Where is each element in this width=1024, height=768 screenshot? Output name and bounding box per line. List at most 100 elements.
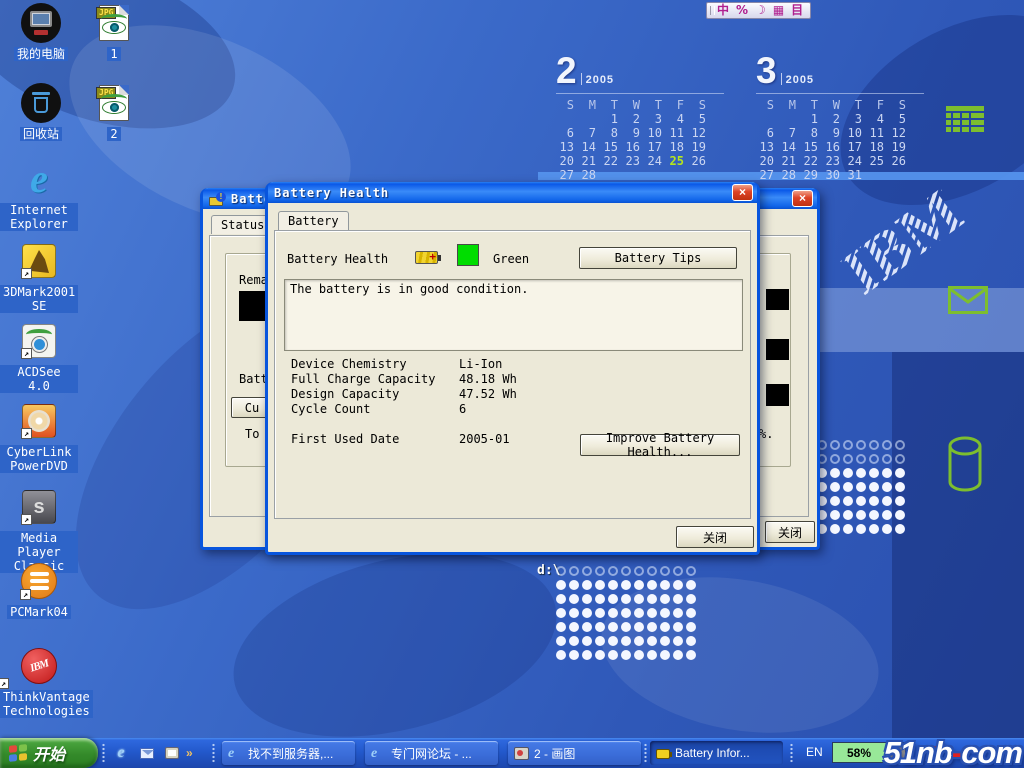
wallpaper-dot [608, 594, 618, 604]
media-player-classic-icon: s [22, 490, 56, 524]
detail-value: 2005-01 [459, 432, 510, 447]
calendar-day [622, 168, 644, 181]
calendar-day-header: T [600, 98, 622, 111]
wallpaper-dot [582, 566, 592, 576]
wallpaper-dot [556, 636, 566, 646]
close-icon[interactable] [792, 190, 813, 207]
wallpaper-dot [608, 608, 618, 618]
desktop-icon-jpg-1[interactable]: JPG1 [84, 2, 144, 63]
battery-tips-button[interactable]: Battery Tips [579, 247, 737, 269]
detail-label: Cycle Count [291, 402, 459, 417]
detail-label: First Used Date [291, 432, 459, 447]
desktop-icon-jpg-2[interactable]: JPG 2 [84, 82, 144, 143]
close-icon[interactable] [732, 184, 753, 201]
quick-launch-overflow-chevron[interactable]: » [186, 744, 193, 762]
taskbar-task-2[interactable]: e专门网论坛 - ... [365, 741, 498, 765]
desktop-icon-pcmark04[interactable]: PCMark04 [0, 560, 78, 621]
close-button[interactable]: 关闭 [765, 521, 815, 543]
wallpaper-dot [830, 482, 840, 492]
width-toggle-icon[interactable]: % [736, 3, 748, 18]
calendar-day-highlighted: 25 [666, 154, 688, 167]
desktop-icon-powerdvd[interactable]: CyberLink PowerDVD [0, 400, 78, 475]
wallpaper-dot [647, 622, 657, 632]
calendar-day [688, 168, 710, 181]
calendar-day: 6 [556, 126, 578, 139]
calendar-day: 4 [666, 112, 688, 125]
soft-keyboard-icon[interactable]: ▦ [773, 3, 784, 18]
wallpaper-dot [569, 622, 579, 632]
calendar-day: 19 [688, 140, 710, 153]
wallpaper-dot [882, 510, 892, 520]
desktop-icon-thinkvantage[interactable]: IBMThinkVantage Technologies [0, 645, 78, 720]
wallpaper-dot [686, 650, 696, 660]
desktop-icon-label: 2 [107, 127, 120, 141]
wallpaper-dot [621, 566, 631, 576]
calendar-day: 8 [800, 126, 822, 139]
language-indicator[interactable]: EN [806, 745, 823, 759]
outlook-express-icon[interactable] [138, 744, 156, 762]
wallpaper-dot [830, 468, 840, 478]
wallpaper-dot [856, 454, 866, 464]
ie-icon[interactable]: e [112, 744, 130, 762]
start-button[interactable]: 开始 [0, 738, 98, 768]
wallpaper-dot [595, 580, 605, 590]
ime-language-bar[interactable]: 中% ☽ ▦ 目 [706, 2, 811, 19]
wallpaper-dot [830, 510, 840, 520]
wallpaper-dot [634, 636, 644, 646]
punctuation-icon[interactable]: ☽ [755, 3, 766, 18]
calendar-day [866, 168, 888, 181]
jpg-file-icon: JPG [99, 85, 129, 121]
wallpaper-dot [634, 622, 644, 632]
taskbar-task-1[interactable]: e找不到服务器,... [222, 741, 355, 765]
desktop-icon-acdsee[interactable]: ACDSee 4.0 [0, 320, 78, 395]
wallpaper-dot [621, 580, 631, 590]
wallpaper-dot [634, 650, 644, 660]
wallpaper-dot [621, 608, 631, 618]
pcmark-icon [21, 563, 57, 599]
calendar-day-header: T [644, 98, 666, 111]
wallpaper-dot [895, 482, 905, 492]
wallpaper-dot [686, 580, 696, 590]
calendar-day: 13 [756, 140, 778, 153]
shortcut-arrow-icon [20, 589, 31, 600]
desktop-icon-label: 1 [107, 47, 120, 61]
wallpaper-dot [869, 510, 879, 520]
acdsee-icon [22, 324, 56, 358]
watermark: 51nb-com [884, 735, 1022, 768]
calendar-day: 28 [778, 168, 800, 181]
battery-percent: 58% [847, 746, 871, 760]
health-status-swatch [457, 244, 479, 266]
wallpaper-dot [895, 440, 905, 450]
wallpaper-dot [660, 594, 670, 604]
wallpaper-dot [686, 636, 696, 646]
calendar-day-header: T [844, 98, 866, 111]
battery-health-titlebar[interactable]: Battery Health [268, 182, 757, 203]
desktop-icon-internet-explorer[interactable]: eInternet Explorer [0, 158, 78, 233]
taskbar-task-4[interactable]: Battery Infor... [650, 741, 783, 765]
calendar-day-header: F [866, 98, 888, 111]
close-button[interactable]: 关闭 [676, 526, 754, 548]
wallpaper-dot [843, 454, 853, 464]
wallpaper-dot [621, 650, 631, 660]
recycle-bin-icon [21, 83, 61, 123]
improve-battery-health-button[interactable]: Improve Battery Health... [580, 434, 740, 456]
wallpaper-dot [895, 510, 905, 520]
wallpaper-dot [895, 454, 905, 464]
wallpaper-dot-grid [556, 566, 696, 664]
dialog-title: Battery Health [274, 186, 389, 200]
detail-row: Device ChemistryLi-Ion [291, 357, 743, 372]
desktop-icon-3dmark2001[interactable]: 3DMark2001 SE [0, 240, 78, 315]
my-computer-icon [21, 3, 61, 43]
show-desktop-icon[interactable] [163, 744, 181, 762]
task-label: 找不到服务器,... [248, 745, 333, 762]
desktop-icon-my-computer[interactable]: 我的电脑 [2, 2, 80, 63]
wallpaper-dot [608, 622, 618, 632]
taskbar-task-3[interactable]: 2 - 画图 [508, 741, 641, 765]
calendar-day: 17 [644, 140, 666, 153]
ime-menu-icon[interactable]: 目 [791, 3, 803, 18]
calendar-day-header: W [622, 98, 644, 111]
chinese-mode-icon[interactable]: 中 [717, 3, 729, 18]
detail-value: 47.52 Wh [459, 387, 517, 402]
tab-battery[interactable]: Battery [278, 211, 349, 230]
desktop-icon-recycle-bin[interactable]: 回收站 [2, 82, 80, 143]
